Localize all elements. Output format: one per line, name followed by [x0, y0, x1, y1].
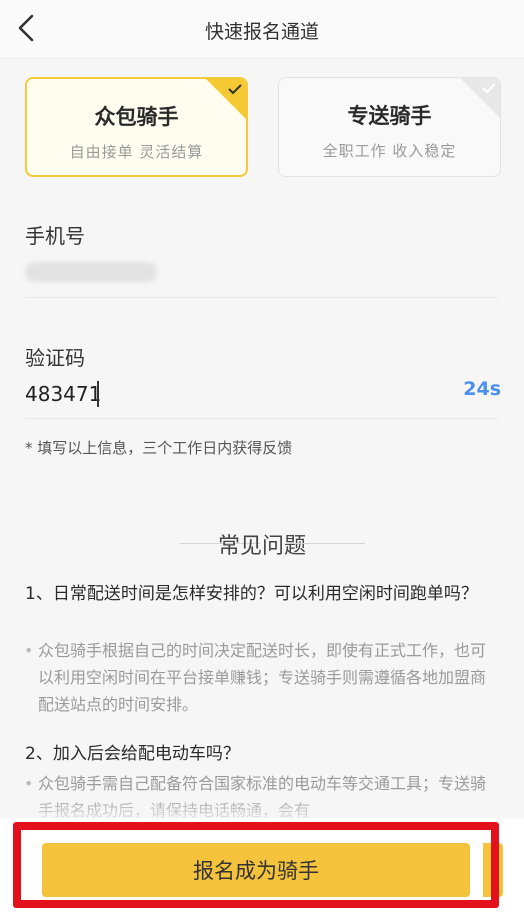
faq-question: 1、日常配送时间是怎样安排的？可以利用空闲时间跑单吗？: [25, 584, 478, 604]
phone-label: 手机号: [25, 224, 85, 248]
divider: [25, 297, 498, 298]
heading-line-right: [285, 543, 365, 544]
card-subtitle: 自由接单 灵活结算: [69, 143, 204, 161]
text-cursor: [97, 381, 99, 407]
form-hint: * 填写以上信息，三个工作日内获得反馈: [25, 439, 293, 457]
verification-code-input[interactable]: [25, 379, 325, 409]
header: 快速报名通道: [0, 0, 524, 59]
phone-field-blurred[interactable]: [25, 262, 157, 282]
highlight-box: [13, 822, 499, 908]
page-title: 快速报名通道: [204, 21, 319, 43]
card-subtitle: 全职工作 收入稳定: [322, 142, 457, 160]
divider: [25, 418, 498, 419]
resend-countdown[interactable]: 24s: [463, 378, 501, 400]
faq-question: 2、加入后会给配电动车吗？: [25, 744, 240, 764]
faq-answer: • 众包骑手根据自己的时间决定配送时长，即使有正式工作，也可以利用空闲时间在平台接…: [24, 641, 487, 714]
card-crowdsource-rider[interactable]: 众包骑手 自由接单 灵活结算: [25, 77, 248, 177]
faq-answer-text: 众包骑手根据自己的时间决定配送时长，即使有正式工作，也可以利用空闲时间在平台接单…: [38, 641, 487, 714]
card-dedicated-rider[interactable]: 专送骑手 全职工作 收入稳定: [278, 77, 501, 177]
faq-heading: 常见问题: [217, 534, 306, 559]
code-label: 验证码: [25, 346, 85, 370]
check-icon: [482, 83, 496, 94]
check-icon: [228, 84, 242, 95]
